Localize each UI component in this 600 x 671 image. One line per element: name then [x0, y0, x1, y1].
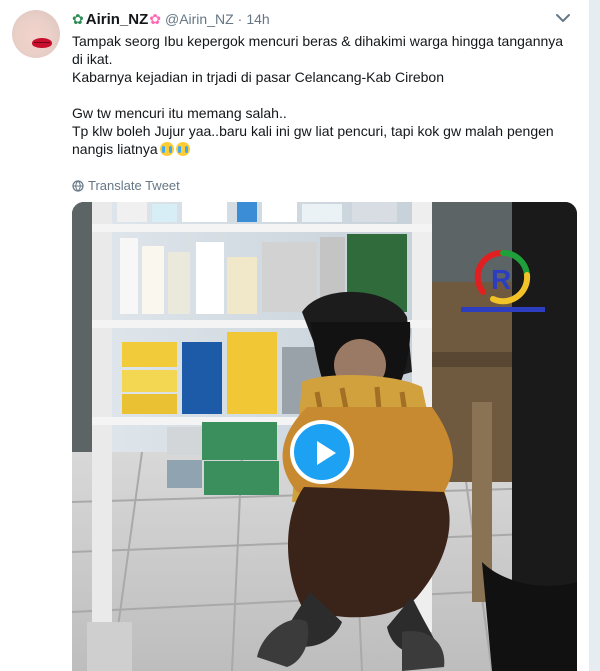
channel-logo-icon: R	[461, 249, 545, 312]
separator-dot: ·	[237, 11, 243, 27]
flower-icon: ✿	[72, 11, 84, 27]
avatar-lips	[32, 38, 52, 48]
crying-face-icon	[175, 142, 190, 156]
tweet-line-6: Tp klw boleh Jujur yaa..baru kali ini gw…	[72, 123, 554, 139]
tweet-line-5: Gw tw mencuri itu memang salah..	[72, 105, 287, 121]
tweet-card[interactable]: ✿ Airin_NZ ✿ @Airin_NZ · 14h Tampak seor…	[0, 0, 590, 671]
tweet-line-3: Kabarnya kejadian in trjadi di pasar Cel…	[72, 69, 445, 85]
play-button[interactable]	[290, 420, 354, 484]
tweet-line-2: di ikat.	[72, 51, 113, 67]
cherry-blossom-icon: ✿	[149, 11, 161, 27]
tweet-body: Tampak seorg Ibu kepergok mencuri beras …	[72, 32, 572, 158]
tweet-line-7-text: nangis liatnya	[72, 141, 158, 157]
crying-face-icon	[159, 142, 174, 156]
tweet-line-7: nangis liatnya	[72, 140, 572, 158]
tweet-header: ✿ Airin_NZ ✿ @Airin_NZ · 14h	[72, 9, 270, 29]
channel-logo-letter: R	[491, 264, 511, 295]
display-name[interactable]: Airin_NZ	[86, 11, 149, 28]
translate-tweet-label[interactable]: Translate Tweet	[88, 178, 180, 193]
chevron-down-icon[interactable]	[555, 12, 571, 24]
tweet-line-break	[72, 86, 572, 104]
globe-icon	[72, 179, 84, 192]
user-handle[interactable]: @Airin_NZ	[165, 11, 234, 27]
video-player[interactable]: R	[72, 202, 577, 671]
tweet-line-1: Tampak seorg Ibu kepergok mencuri beras …	[72, 33, 564, 49]
translate-tweet-link[interactable]: Translate Tweet	[72, 178, 180, 193]
play-icon	[317, 441, 336, 465]
tweet-timestamp[interactable]: 14h	[246, 11, 269, 27]
user-avatar[interactable]	[12, 10, 60, 58]
